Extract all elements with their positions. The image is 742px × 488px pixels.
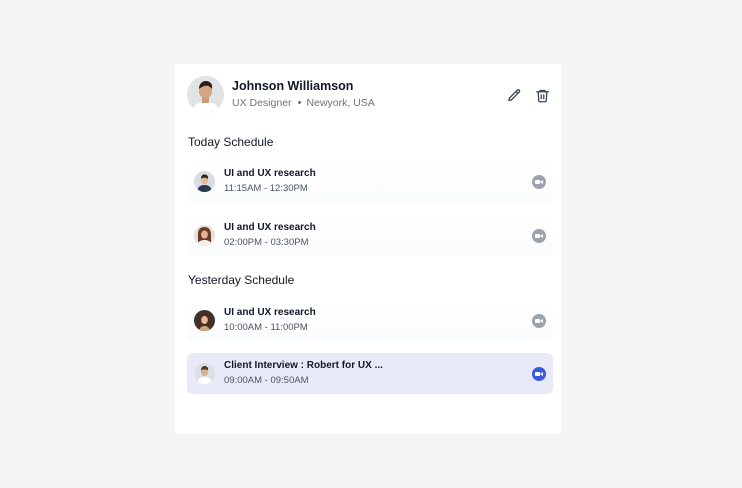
separator-dot	[297, 100, 301, 104]
video-call-button[interactable]	[532, 314, 546, 328]
avatar	[194, 310, 215, 331]
item-title: UI and UX research	[224, 168, 316, 179]
item-time: 11:15AM - 12:30PM	[224, 183, 308, 194]
video-camera-icon	[535, 234, 543, 238]
profile-header: Johnson Williamson UX Designer Newyork, U…	[187, 76, 549, 114]
profile-role: UX Designer	[232, 97, 292, 109]
profile-location: Newyork, USA	[306, 97, 375, 109]
schedule-item[interactable]: UI and UX research 11:15AM - 12:30PM	[187, 161, 553, 202]
avatar	[194, 363, 215, 384]
schedule-item[interactable]: UI and UX research 10:00AM - 11:00PM	[187, 300, 553, 341]
item-time: 09:00AM - 09:50AM	[224, 375, 309, 386]
today-schedule-heading: Today Schedule	[188, 135, 274, 149]
item-time: 02:00PM - 03:30PM	[224, 237, 309, 248]
item-title: UI and UX research	[224, 307, 316, 318]
yesterday-schedule-heading: Yesterday Schedule	[188, 273, 295, 287]
video-camera-icon	[535, 180, 543, 184]
profile-schedule-card: Johnson Williamson UX Designer Newyork, U…	[175, 64, 561, 434]
avatar	[194, 225, 215, 246]
video-call-button[interactable]	[532, 175, 546, 189]
video-camera-icon	[535, 319, 543, 323]
schedule-item-active[interactable]: Client Interview : Robert for UX ... 09:…	[187, 353, 553, 394]
profile-name: Johnson Williamson	[232, 79, 354, 93]
schedule-item[interactable]: UI and UX research 02:00PM - 03:30PM	[187, 215, 553, 256]
profile-meta: UX Designer Newyork, USA	[232, 97, 375, 109]
item-title: Client Interview : Robert for UX ...	[224, 360, 383, 371]
video-call-button[interactable]	[532, 229, 546, 243]
item-time: 10:00AM - 11:00PM	[224, 322, 308, 333]
item-title: UI and UX research	[224, 222, 316, 233]
avatar[interactable]	[187, 76, 224, 113]
edit-button[interactable]	[505, 86, 523, 104]
avatar	[194, 171, 215, 192]
pencil-icon	[507, 88, 520, 101]
video-camera-icon	[535, 372, 543, 376]
video-call-button[interactable]	[532, 367, 546, 381]
delete-button[interactable]	[533, 86, 551, 104]
trash-icon	[535, 89, 549, 102]
